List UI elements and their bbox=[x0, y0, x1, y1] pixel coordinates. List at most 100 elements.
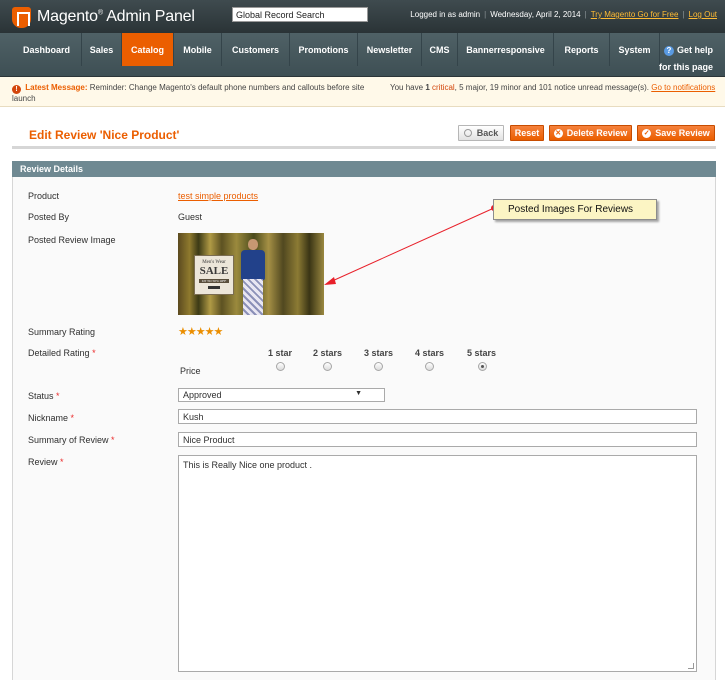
nav-item-promotions[interactable]: Promotions bbox=[290, 33, 358, 66]
model-shirt bbox=[241, 250, 265, 280]
resize-grip-icon[interactable] bbox=[688, 663, 694, 669]
delete-button-label: Delete Review bbox=[566, 128, 628, 138]
try-magento-go-link[interactable]: Try Magento Go for Free bbox=[591, 10, 679, 19]
delete-review-button[interactable]: ✕ Delete Review bbox=[549, 125, 632, 141]
posted-by-value: Guest bbox=[178, 212, 203, 222]
rating-col-2-stars: 2 stars bbox=[313, 348, 343, 358]
nav-item-catalog[interactable]: Catalog bbox=[122, 33, 174, 66]
summary-rating-label: Summary Rating bbox=[28, 327, 96, 337]
app-title: Magento® Admin Panel bbox=[37, 8, 195, 25]
rating-col-1-star: 1 star bbox=[268, 348, 293, 358]
nav-item-reports[interactable]: Reports bbox=[554, 33, 610, 66]
chevron-down-icon: ▼ bbox=[355, 390, 362, 397]
review-required-mark: * bbox=[60, 457, 64, 467]
annotation-callout: Posted Images For Reviews bbox=[493, 199, 657, 220]
summary-label-text: Summary of Review bbox=[28, 435, 109, 445]
message-summary-prefix: You have bbox=[390, 83, 424, 92]
review-text: This is Really Nice one product . bbox=[183, 460, 313, 470]
page-title-divider bbox=[12, 146, 716, 149]
posted-review-image-label: Posted Review Image bbox=[28, 235, 116, 245]
help-line-2: for this page bbox=[658, 62, 713, 72]
nav-item-dashboard[interactable]: Dashboard bbox=[12, 33, 82, 66]
review-details-header: Review Details bbox=[12, 161, 716, 177]
nickname-input[interactable]: Kush bbox=[178, 409, 697, 424]
magento-logo[interactable]: Magento® Admin Panel bbox=[12, 6, 195, 28]
review-label-text: Review bbox=[28, 457, 58, 467]
summary-of-review-input[interactable]: Nice Product bbox=[178, 432, 697, 447]
nav-item-cms[interactable]: CMS bbox=[422, 33, 458, 66]
required-mark: * bbox=[92, 348, 96, 358]
product-link[interactable]: test simple products bbox=[178, 191, 258, 201]
reset-button[interactable]: Reset bbox=[510, 125, 544, 141]
rating-radio-4[interactable] bbox=[425, 362, 434, 371]
main-nav: Dashboard Sales Catalog Mobile Customers… bbox=[0, 33, 725, 77]
nav-item-customers[interactable]: Customers bbox=[222, 33, 290, 66]
rating-col-5-stars: 5 stars bbox=[467, 348, 497, 358]
checkmark-icon: ✓ bbox=[642, 128, 652, 138]
logged-in-text: Logged in as admin bbox=[410, 10, 481, 19]
back-button[interactable]: Back bbox=[458, 125, 504, 141]
rating-radio-5[interactable] bbox=[478, 362, 487, 371]
summary-required-mark: * bbox=[111, 435, 115, 445]
latest-message-title: Latest Message: bbox=[25, 83, 88, 92]
posted-by-label: Posted By bbox=[28, 212, 70, 222]
go-to-notifications-link[interactable]: Go to notifications bbox=[651, 83, 715, 92]
header-bar: Magento® Admin Panel Logged in as admin|… bbox=[0, 0, 725, 33]
date-text: Wednesday, April 2, 2014 bbox=[490, 10, 581, 19]
get-help-link[interactable]: ? Get help for this page bbox=[659, 42, 713, 76]
message-summary: You have 1 critical, 5 major, 19 minor a… bbox=[390, 83, 715, 92]
rating-radio-1[interactable] bbox=[276, 362, 285, 371]
help-line-1: Get help bbox=[676, 45, 713, 55]
save-review-button[interactable]: ✓ Save Review bbox=[637, 125, 715, 141]
model-figure bbox=[240, 239, 266, 315]
rating-col-4-stars: 4 stars bbox=[415, 348, 445, 358]
sale-sign-bar bbox=[208, 286, 220, 289]
status-select-value: Approved bbox=[183, 390, 222, 400]
nav-item-system[interactable]: System bbox=[610, 33, 660, 66]
model-head bbox=[248, 239, 258, 250]
review-textarea[interactable]: This is Really Nice one product . bbox=[178, 455, 697, 672]
nickname-required-mark: * bbox=[70, 413, 75, 423]
global-search-input[interactable] bbox=[232, 7, 368, 22]
back-arrow-icon bbox=[463, 129, 472, 137]
nav-item-newsletter[interactable]: Newsletter bbox=[358, 33, 422, 66]
magento-logo-icon bbox=[12, 6, 31, 28]
critical-label: critical bbox=[432, 83, 455, 92]
review-label: Review * bbox=[28, 457, 64, 467]
page-title: Edit Review 'Nice Product' bbox=[29, 128, 180, 142]
latest-message: ! Latest Message: Reminder: Change Magen… bbox=[12, 83, 372, 104]
nav-item-mobile[interactable]: Mobile bbox=[174, 33, 222, 66]
rating-col-3-stars: 3 stars bbox=[364, 348, 394, 358]
help-icon: ? bbox=[663, 46, 674, 56]
sale-sign-line3: UP TO 50% OFF bbox=[199, 279, 229, 283]
nickname-label: Nickname * bbox=[28, 413, 74, 423]
rating-row-price-label: Price bbox=[180, 366, 201, 376]
notification-bar: ! Latest Message: Reminder: Change Magen… bbox=[0, 77, 725, 107]
product-label: Product bbox=[28, 191, 60, 201]
status-label: Status * bbox=[28, 391, 60, 401]
nav-item-bannerresponsive[interactable]: Bannerresponsive bbox=[458, 33, 554, 66]
rating-radio-2[interactable] bbox=[323, 362, 332, 371]
save-button-label: Save Review bbox=[655, 128, 710, 138]
summary-rating-stars: ★★★★★ bbox=[178, 326, 223, 338]
status-required-mark: * bbox=[56, 391, 60, 401]
message-summary-rest: , 5 major, 19 minor and 101 notice unrea… bbox=[454, 83, 649, 92]
critical-count: 1 bbox=[425, 83, 430, 92]
status-select[interactable]: Approved ▼ bbox=[178, 388, 385, 402]
alert-icon: ! bbox=[12, 85, 21, 94]
logout-link[interactable]: Log Out bbox=[689, 10, 717, 19]
rating-radio-3[interactable] bbox=[374, 362, 383, 371]
header-user-info: Logged in as admin | Wednesday, April 2, 2… bbox=[410, 10, 717, 19]
back-button-label: Back bbox=[476, 128, 499, 138]
status-label-text: Status bbox=[28, 391, 54, 401]
detailed-rating-label: Detailed Rating * bbox=[28, 348, 96, 358]
sale-sign: Men's Wear SALE UP TO 50% OFF bbox=[194, 255, 234, 295]
model-pants bbox=[243, 279, 263, 315]
detailed-rating-text: Detailed Rating bbox=[28, 348, 90, 358]
product-link-text[interactable]: test simple products bbox=[178, 191, 258, 201]
nickname-label-text: Nickname bbox=[28, 413, 69, 423]
posted-review-image: Men's Wear SALE UP TO 50% OFF bbox=[178, 233, 324, 315]
nav-item-sales[interactable]: Sales bbox=[82, 33, 122, 66]
delete-icon: ✕ bbox=[553, 128, 563, 138]
sale-sign-line2: SALE bbox=[199, 265, 229, 277]
